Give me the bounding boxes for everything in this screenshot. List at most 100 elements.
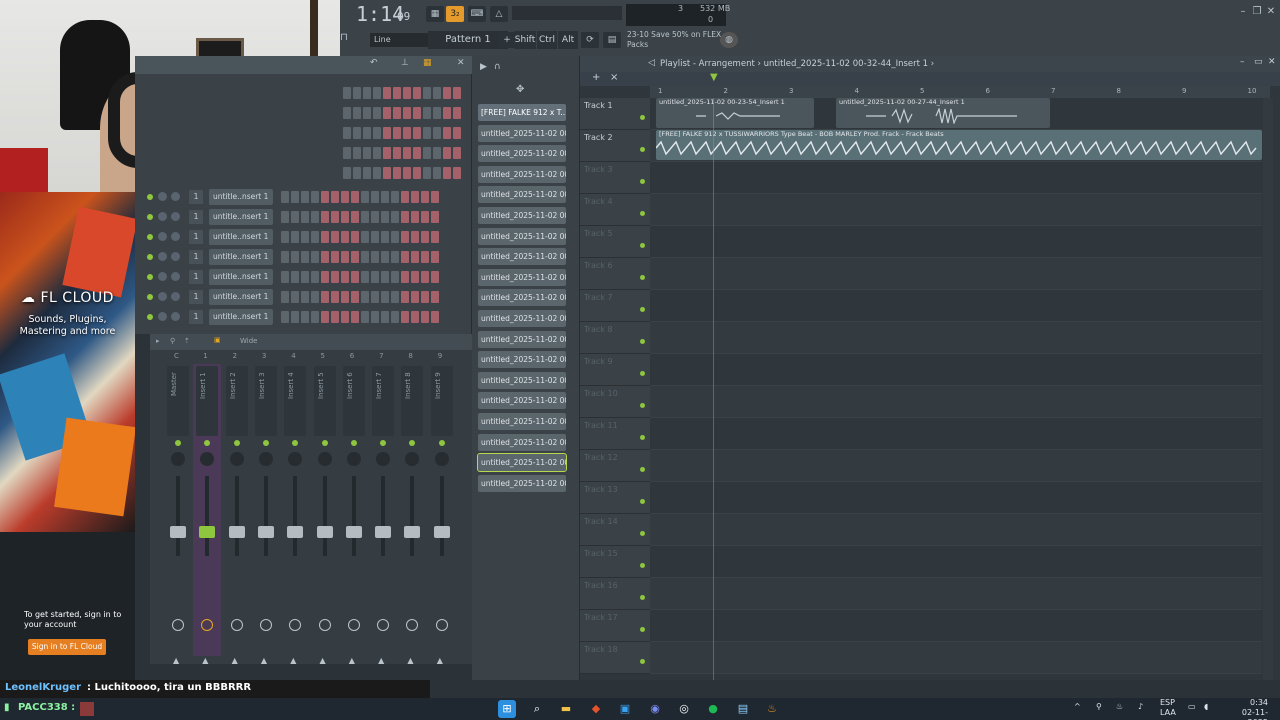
channel-name-button[interactable]: untitle..nsert 1 [209,229,273,245]
step-sequencer[interactable] [281,251,439,263]
track-lane[interactable]: [FREE] FALKE 912 x TUSSIWARRIORS Type Be… [650,130,1262,162]
step-button[interactable] [311,211,319,223]
volume-fader[interactable] [287,526,304,538]
step-button[interactable] [331,251,339,263]
picker-play-icon[interactable]: ▶ [480,62,487,72]
step-button[interactable] [371,271,379,283]
picker-item[interactable]: untitled_2025-11-02 00-... [478,165,566,183]
step-button[interactable] [401,191,409,203]
step-button[interactable] [341,191,349,203]
audio-clip[interactable]: untitled_2025-11-02 00-23-54_Insert 1 [656,98,814,128]
audio-clip[interactable]: untitled_2025-11-02 00-27-44_Insert 1 [836,98,1050,128]
remove-track-icon[interactable]: × [610,72,618,83]
track-header[interactable]: Track 7 [580,290,650,322]
step-button[interactable] [363,87,371,99]
step-button[interactable] [281,211,289,223]
mixer-strip[interactable]: Insert 8 ▲ [398,364,426,665]
step-button[interactable] [281,251,289,263]
step-button[interactable] [361,211,369,223]
track-header[interactable]: Track 9 [580,354,650,386]
channel-row[interactable] [143,164,463,182]
picker-item[interactable]: untitled_2025-11-02 00-... [478,474,566,492]
send-knob[interactable] [406,619,419,631]
step-button[interactable] [321,191,329,203]
step-button[interactable] [443,127,451,139]
step-button[interactable] [433,87,441,99]
close-icon[interactable]: ✕ [1264,6,1278,18]
track-lane[interactable] [650,578,1262,610]
channel-led[interactable] [147,254,153,260]
track-header[interactable]: Track 10 [580,386,650,418]
step-button[interactable] [453,147,461,159]
pan-knob[interactable] [346,452,361,466]
route-arrow-icon[interactable]: ▲ [290,656,296,665]
step-button[interactable] [431,291,439,303]
step-button[interactable] [363,107,371,119]
picker-item[interactable]: untitled_2025-11-02 00-... [478,268,566,286]
volume-knob[interactable] [171,192,180,201]
track-lane[interactable] [650,290,1262,322]
step-button[interactable] [361,231,369,243]
channel-row[interactable]: 1 untitle..nsert 1 [143,268,463,286]
step-button[interactable] [401,251,409,263]
step-button[interactable] [401,311,409,323]
minimize-icon[interactable]: – [1236,6,1250,18]
step-button[interactable] [421,271,429,283]
mixer-strip[interactable]: Insert 6 ▲ [340,364,368,665]
step-button[interactable] [393,107,401,119]
step-button[interactable] [301,231,309,243]
track-mute-led[interactable] [640,115,645,120]
step-button[interactable] [363,127,371,139]
step-button[interactable] [401,231,409,243]
step-button[interactable] [291,311,299,323]
volume-knob[interactable] [171,272,180,281]
step-button[interactable] [423,107,431,119]
track-mute-led[interactable] [640,339,645,344]
track-header[interactable]: Track 18 [580,642,650,674]
metronome-icon[interactable]: △ [490,6,508,22]
step-button[interactable] [373,107,381,119]
send-knob[interactable] [172,619,184,631]
track-header[interactable]: Track 6 [580,258,650,290]
step-button[interactable] [413,107,421,119]
step-button[interactable] [443,147,451,159]
track-header[interactable]: Track 16 [580,578,650,610]
account-icon[interactable]: ◍ [720,32,738,48]
step-button[interactable] [371,311,379,323]
route-arrow-icon[interactable]: ▲ [261,656,267,665]
track-mute-led[interactable] [640,627,645,632]
tray-display-icon[interactable]: ▭ [1188,702,1196,711]
channel-row[interactable] [143,104,463,122]
channel-name-button[interactable]: untitle..nsert 1 [209,189,273,205]
playlist-minimize-icon[interactable]: – [1240,57,1245,67]
step-button[interactable] [453,107,461,119]
news-ticker[interactable]: 23-10 Save 50% on FLEX Packs [627,30,721,50]
mixer-track-number[interactable]: 1 [189,310,203,324]
channel-led[interactable] [147,294,153,300]
step-button[interactable] [363,147,371,159]
volume-fader[interactable] [170,526,186,538]
step-button[interactable] [403,127,411,139]
step-sequencer[interactable] [281,311,439,323]
step-button[interactable] [301,271,309,283]
step-button[interactable] [433,167,441,179]
channel-led[interactable] [147,274,153,280]
pan-knob[interactable] [434,452,449,466]
step-button[interactable] [311,311,319,323]
step-button[interactable] [351,211,359,223]
step-button[interactable] [411,211,419,223]
alt-button[interactable]: Alt [558,31,578,49]
shift-button[interactable]: Shift [514,31,536,49]
step-button[interactable] [453,167,461,179]
mixer-track-number[interactable]: 1 [189,230,203,244]
step-button[interactable] [361,191,369,203]
step-button[interactable] [281,311,289,323]
track-header[interactable]: Track 11 [580,418,650,450]
step-button[interactable] [321,251,329,263]
volume-knob[interactable] [171,252,180,261]
spotify-icon[interactable]: ● [704,700,722,718]
picker-item[interactable]: untitled_2025-11-02 00-... [478,310,566,327]
step-sequencer[interactable] [343,127,461,139]
timeline-ruler[interactable]: 1 2 3 4 5 6 7 8 9 10 [650,86,1270,98]
mixer-strip[interactable]: Insert 4 ▲ [281,364,309,665]
